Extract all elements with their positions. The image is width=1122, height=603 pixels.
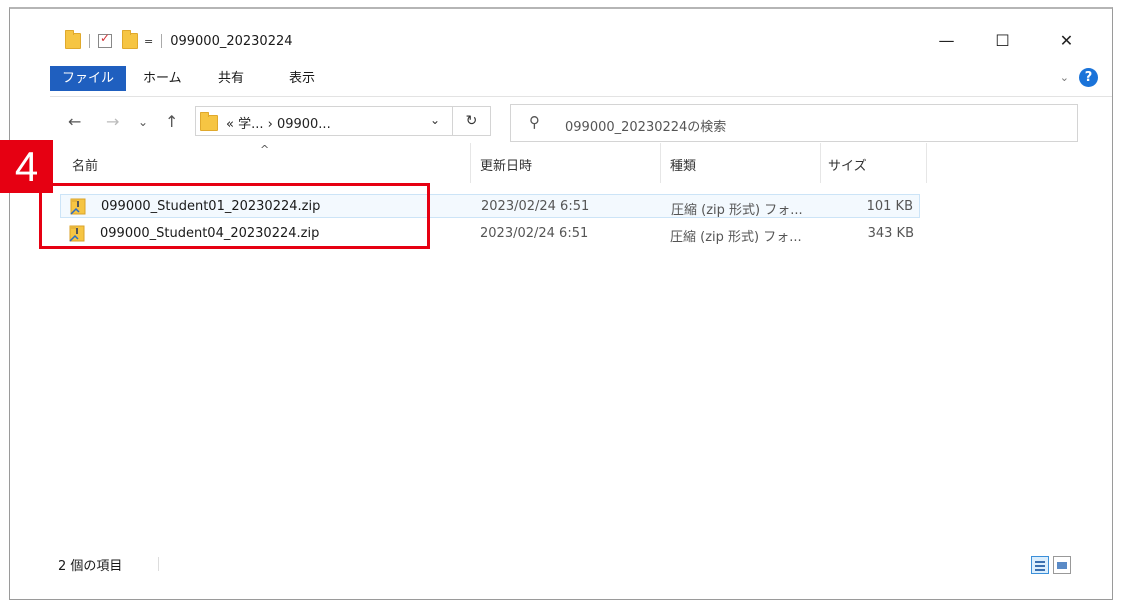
title-bar: = 099000_20230224 — ☐ ✕ <box>10 9 1112 61</box>
new-folder-icon[interactable] <box>122 30 138 49</box>
file-date: 2023/02/24 6:51 <box>480 226 589 241</box>
column-type[interactable]: 種類 <box>670 155 696 174</box>
column-header: ^ 名前 更新日時 種類 サイズ <box>60 143 930 183</box>
window-title: 099000_20230224 <box>170 33 293 49</box>
column-size[interactable]: サイズ <box>828 155 867 174</box>
item-count: 2 個の項目 <box>58 559 123 574</box>
back-icon[interactable]: ← <box>68 112 81 131</box>
tab-view[interactable]: 表示 <box>289 66 315 91</box>
properties-check-icon[interactable] <box>98 31 112 48</box>
tab-home[interactable]: ホーム <box>143 66 182 91</box>
view-switcher <box>1031 556 1071 574</box>
refresh-button[interactable]: ↻ <box>453 106 491 136</box>
column-date[interactable]: 更新日時 <box>480 155 532 174</box>
address-path[interactable]: « 学... › 09900... <box>226 113 331 132</box>
expand-ribbon-icon[interactable]: ⌄ <box>1060 71 1069 84</box>
customize-dropdown-icon[interactable]: = <box>144 35 153 48</box>
column-name[interactable]: 名前 <box>72 155 98 174</box>
search-input[interactable]: 099000_20230224の検索 <box>565 116 726 135</box>
tab-file[interactable]: ファイル <box>50 66 127 91</box>
maximize-button[interactable]: ☐ <box>980 29 1025 53</box>
annotation-highlight-box <box>39 183 430 249</box>
close-button[interactable]: ✕ <box>1044 29 1089 53</box>
ribbon-tabs: ファイル ホーム 共有 表示 ⌄ ? <box>50 66 1110 93</box>
quick-access-toolbar: = 099000_20230224 <box>65 30 293 51</box>
forward-icon[interactable]: → <box>106 112 119 131</box>
up-icon[interactable]: ↑ <box>165 112 178 131</box>
folder-icon <box>65 30 81 49</box>
navigation-bar: ← → ⌄ ↑ « 学... › 09900... ⌄ ↻ ⚲ 099000_2… <box>50 102 1114 142</box>
help-icon[interactable]: ? <box>1079 68 1098 87</box>
large-icons-view-icon[interactable] <box>1053 556 1071 574</box>
recent-locations-icon[interactable]: ⌄ <box>138 115 148 129</box>
address-bar[interactable]: « 学... › 09900... ⌄ <box>195 106 453 136</box>
search-box[interactable]: ⚲ 099000_20230224の検索 <box>510 104 1078 142</box>
file-size: 343 KB <box>867 226 914 241</box>
folder-icon <box>200 112 218 131</box>
minimize-button[interactable]: — <box>924 29 969 53</box>
file-date: 2023/02/24 6:51 <box>481 199 590 214</box>
step-number-badge: 4 <box>0 140 53 193</box>
explorer-window: = 099000_20230224 — ☐ ✕ ファイル ホーム 共有 表示 ⌄… <box>9 7 1113 600</box>
details-view-icon[interactable] <box>1031 556 1049 574</box>
address-dropdown-icon[interactable]: ⌄ <box>430 113 440 127</box>
sort-ascending-icon: ^ <box>260 143 270 156</box>
file-type: 圧縮 (zip 形式) フォ... <box>670 230 802 245</box>
tab-share[interactable]: 共有 <box>218 66 244 91</box>
file-type: 圧縮 (zip 形式) フォ... <box>671 203 803 218</box>
search-icon: ⚲ <box>529 113 540 131</box>
file-size: 101 KB <box>866 199 913 214</box>
